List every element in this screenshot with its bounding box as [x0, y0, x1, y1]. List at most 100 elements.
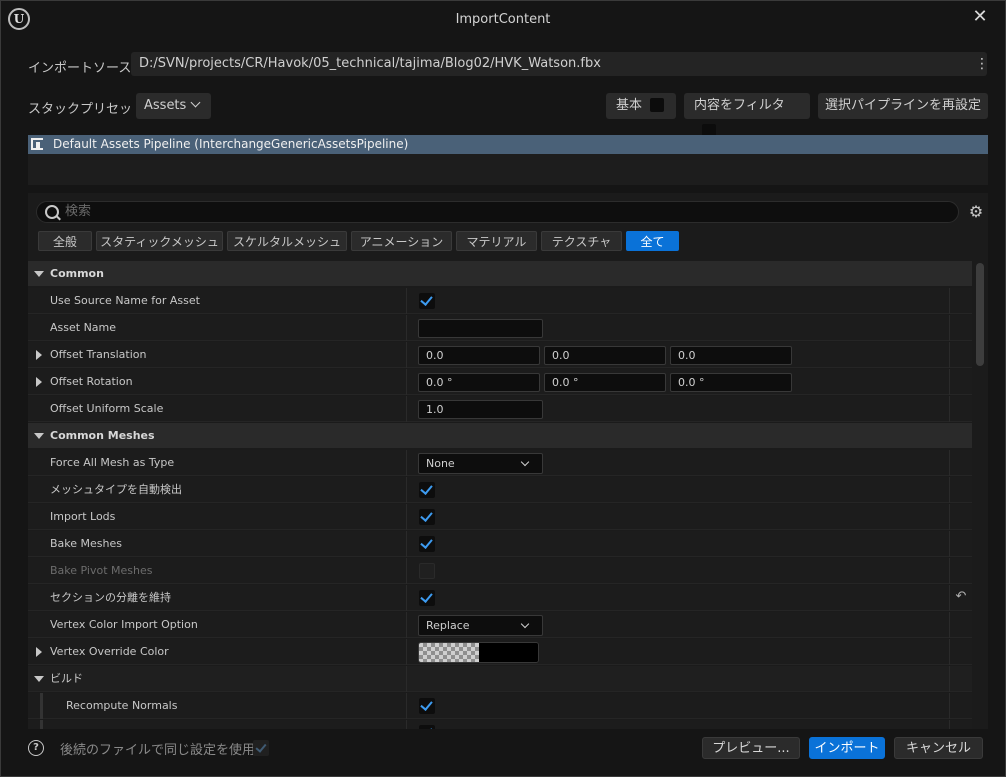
indent-guide [40, 693, 43, 719]
property-label: Force All Mesh as Type [50, 456, 175, 469]
recompute-normals-checkbox[interactable] [419, 698, 435, 714]
collapse-arrow-icon[interactable] [34, 271, 44, 277]
chevron-down-icon [520, 457, 530, 467]
property-label: Vertex Color Import Option [50, 618, 198, 631]
category-label: Common Meshes [50, 429, 155, 442]
same-settings-checkbox[interactable] [253, 740, 269, 756]
filter-content-button[interactable]: 内容をフィルタ [684, 93, 810, 138]
dropdown-value: Replace [426, 619, 470, 632]
dropdown-value: None [426, 457, 455, 470]
offset-translation-x-input[interactable]: 0.0 [418, 346, 540, 365]
property-row-bake-meshes: Bake Meshes [28, 531, 972, 557]
stack-preset-value: Assets [144, 98, 187, 113]
property-row-use-source-name: Use Source Name for Asset [28, 288, 972, 314]
property-label: Asset Name [50, 321, 117, 334]
property-list: Common Use Source Name for Asset Asset N… [28, 261, 972, 729]
reset-to-default-icon[interactable]: ↶ [954, 590, 968, 604]
use-source-name-checkbox[interactable] [419, 293, 435, 309]
collapse-arrow-icon[interactable] [34, 433, 44, 439]
property-row-vertex-color-import: Vertex Color Import Option Replace [28, 612, 972, 638]
property-row-offset-translation: Offset Translation 0.0 0.0 0.0 [28, 342, 972, 368]
tab-static-mesh[interactable]: スタティックメッシュ [96, 231, 223, 251]
pipeline-label: Default Assets Pipeline (InterchangeGene… [53, 137, 409, 151]
auto-detect-checkbox[interactable] [419, 482, 435, 498]
tab-skeletal-mesh[interactable]: スケルタルメッシュ [227, 231, 347, 251]
offset-uniform-scale-input[interactable]: 1.0 [418, 400, 543, 419]
bake-meshes-checkbox[interactable] [419, 536, 435, 552]
help-icon[interactable]: ? [28, 740, 44, 756]
bake-pivot-checkbox [419, 563, 435, 579]
expand-arrow-icon[interactable] [36, 350, 42, 360]
property-label: Import Lods [50, 510, 116, 523]
property-label: Bake Meshes [50, 537, 122, 550]
basic-toggle-label: 基本 [616, 98, 643, 113]
search-input[interactable]: 検索 [36, 201, 959, 223]
property-row-offset-rotation: Offset Rotation 0.0 ° 0.0 ° 0.0 ° [28, 369, 972, 395]
property-label: Offset Uniform Scale [50, 402, 164, 415]
property-label: Recompute Normals [66, 699, 178, 712]
same-settings-label: 後続のファイルで同じ設定を使用 [60, 743, 256, 758]
basic-checkbox[interactable] [650, 98, 665, 112]
property-row-offset-uniform-scale: Offset Uniform Scale 1.0 [28, 396, 972, 422]
category-common-meshes[interactable]: Common Meshes [28, 423, 972, 449]
property-scrollbar[interactable] [972, 261, 988, 729]
keep-sections-checkbox[interactable] [419, 590, 435, 606]
asset-name-input[interactable] [418, 319, 543, 338]
gear-icon[interactable]: ⚙ [967, 203, 985, 221]
offset-rotation-x-input[interactable]: 0.0 ° [418, 373, 540, 392]
vertex-color-import-dropdown[interactable]: Replace [418, 615, 543, 636]
tab-general[interactable]: 全般 [38, 231, 92, 251]
expand-arrow-icon[interactable] [36, 647, 42, 657]
offset-rotation-y-input[interactable]: 0.0 ° [544, 373, 666, 392]
chevron-down-icon [520, 619, 530, 629]
scrollbar-thumb[interactable] [976, 263, 984, 366]
import-source-label: インポートソース [28, 61, 132, 76]
category-common[interactable]: Common [28, 261, 972, 287]
import-lods-checkbox[interactable] [419, 509, 435, 525]
vertex-override-color-swatch[interactable] [418, 642, 539, 663]
force-all-mesh-dropdown[interactable]: None [418, 453, 543, 474]
collapse-arrow-icon[interactable] [34, 676, 44, 682]
stack-preset-dropdown[interactable]: Assets [136, 93, 211, 119]
property-label: Offset Rotation [50, 375, 133, 388]
basic-toggle-button[interactable]: 基本 [606, 93, 676, 119]
cancel-button[interactable]: キャンセル [894, 737, 983, 759]
partial-checkbox[interactable] [419, 725, 435, 729]
stack-preset-label: スタックプリセット [28, 102, 146, 117]
pipeline-item[interactable]: Default Assets Pipeline (InterchangeGene… [28, 135, 988, 154]
offset-translation-z-input[interactable]: 0.0 [670, 346, 792, 365]
property-label: Use Source Name for Asset [50, 294, 200, 307]
alpha-checker [419, 643, 479, 662]
import-source-field[interactable]: D:/SVN/projects/CR/Havok/05_technical/ta… [131, 52, 989, 76]
pipeline-list: Default Assets Pipeline (InterchangeGene… [28, 135, 988, 185]
reset-pipeline-button[interactable]: 選択パイプラインを再設定 [818, 93, 988, 119]
property-label: Bake Pivot Meshes [50, 564, 153, 577]
tab-material[interactable]: マテリアル [456, 231, 537, 251]
property-row-partial [28, 720, 972, 729]
title-bar[interactable]: U ImportContent ✕ [1, 1, 1005, 37]
expand-arrow-icon[interactable] [36, 377, 42, 387]
offset-rotation-z-input[interactable]: 0.0 ° [670, 373, 792, 392]
property-row-bake-pivot-meshes: Bake Pivot Meshes [28, 558, 972, 584]
category-label: Common [50, 267, 104, 280]
offset-translation-y-input[interactable]: 0.0 [544, 346, 666, 365]
preview-button[interactable]: プレビュー... [702, 737, 800, 759]
tab-texture[interactable]: テクスチャ [541, 231, 622, 251]
import-source-path: D:/SVN/projects/CR/Havok/05_technical/ta… [139, 56, 601, 71]
import-content-window: U ImportContent ✕ インポートソース D:/SVN/projec… [0, 0, 1006, 777]
close-icon[interactable]: ✕ [969, 6, 991, 28]
subcategory-label: ビルド [50, 672, 83, 685]
property-row-vertex-override-color: Vertex Override Color [28, 639, 972, 665]
kebab-menu-icon[interactable]: ⋮ [975, 56, 989, 72]
color-preview [479, 643, 538, 662]
search-placeholder: 検索 [65, 204, 92, 219]
property-row-keep-sections: セクションの分離を維持 ↶ [28, 585, 972, 611]
property-row-force-all-mesh: Force All Mesh as Type None [28, 450, 972, 476]
subcategory-build[interactable]: ビルド [28, 666, 972, 692]
tab-animation[interactable]: アニメーション [351, 231, 452, 251]
property-label: メッシュタイプを自動検出 [50, 483, 182, 496]
tab-all[interactable]: 全て [626, 231, 679, 251]
property-label: Offset Translation [50, 348, 147, 361]
import-button[interactable]: インポート [809, 737, 885, 759]
property-label: Vertex Override Color [50, 645, 169, 658]
